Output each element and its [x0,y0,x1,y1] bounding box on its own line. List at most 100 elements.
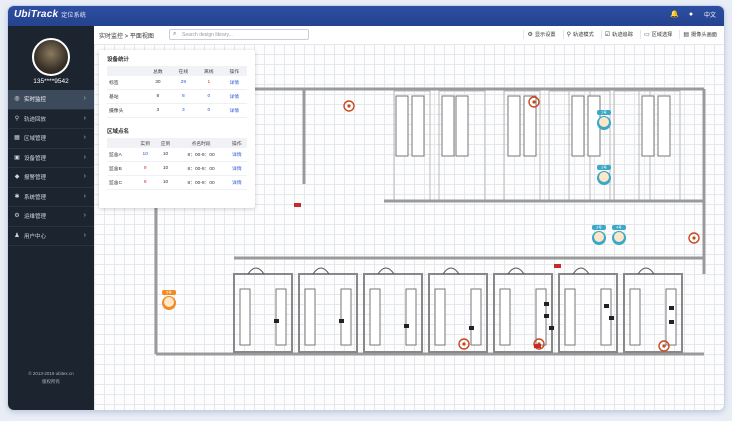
total-cell: 30 [145,76,171,90]
search-placeholder: Search design library... [182,32,233,38]
column-header: 总数 [145,66,171,76]
desk [609,316,614,320]
brand-subtitle: 定位系统 [61,13,87,19]
camera-icon [554,264,561,268]
desk [544,314,549,318]
detail-link[interactable]: 详情 [226,175,247,190]
sidebar-item-label: 轨迹回放 [24,116,47,123]
search-icon: ⌕ [173,31,177,37]
brand-logo: UbiTrack 定位系统 [14,9,86,20]
base-station-icon [462,342,466,346]
bed [434,288,446,346]
area-select-button[interactable]: ▭ 区域选择 [639,30,675,39]
expected-cell: 10 [155,175,176,190]
copyright: © 2013-2019 ubitex.cn 版权所有 [8,370,94,386]
track-trace-button[interactable]: ☑ 轨迹追踪 [600,30,636,39]
track-mode-button[interactable]: ⚲ 轨迹模式 [562,30,597,39]
language-select[interactable]: 中文 [704,10,716,19]
search-input[interactable]: ⌕ Search design library... [169,29,309,40]
device-stats-title: 设备统计 [107,57,130,63]
bed [629,288,641,346]
maintenance-icon: ⚙ [14,213,20,220]
period-cell: 8：00-9：00 [175,175,227,190]
table-row: 监舍A 10 10 8：00-9：00 详情 [107,148,247,162]
chevron-right-icon: › [83,212,86,219]
sidebar-item-label: 用户中心 [24,233,47,240]
base-station-icon [532,100,536,104]
sidebar-item-device[interactable]: ▣ 设备管理 › [8,149,94,168]
sidebar-item-realtime[interactable]: ◎ 实时监控 › [8,90,94,110]
bed [657,95,671,157]
bed [441,95,455,157]
notification-icon[interactable]: 🔔 [670,11,679,19]
display-settings-button[interactable]: ⚙ 显示设置 [523,30,558,39]
stats-panel: 设备统计 总数 在线 离线 操作 标签 30 29 1 详情 基站 8 8 0 … [99,50,255,208]
sidebar-item-user-center[interactable]: ♟ 用户中心 › [8,227,94,246]
row-name: 标签 [107,76,146,90]
face-icon [614,232,624,242]
desk [404,324,409,328]
desk [604,304,609,308]
button-label: 轨迹追踪 [612,32,633,38]
detail-link[interactable]: 详情 [221,89,247,104]
table-row: 标签 30 29 1 详情 [107,76,247,90]
bed [411,95,425,157]
breadcrumb: 实时监控 > 平面视图 [99,34,154,40]
button-label: 摄像头画面 [691,32,717,38]
period-cell: 8：00-9：00 [175,148,227,162]
avatar[interactable] [32,38,70,76]
sidebar-item-maintenance[interactable]: ⚙ 运维管理 › [8,207,94,227]
chevron-right-icon: › [83,173,86,180]
button-label: 区域选择 [651,32,673,38]
bed [275,288,287,346]
display-icon: ⚙ [527,32,533,38]
floor-map[interactable]: 1号2号3号4号5号 设备统计 总数 在线 离线 操作 标签 30 29 [94,44,724,410]
device-icon: ▣ [14,154,20,161]
row-name: 监舍B [107,161,136,176]
area-icon: ▦ [14,135,20,142]
bed [665,288,677,346]
location-icon: ◎ [14,96,20,103]
main-content: 实时监控 > 平面视图 ⌕ Search design library... ⚙ 显… [94,26,724,410]
bed [571,95,585,157]
desk [544,302,549,306]
table-header: 总数 在线 离线 操作 [107,66,247,76]
top-icons: 🔔 ● 中文 [670,10,716,20]
detail-link[interactable]: 详情 [226,148,247,162]
sidebar-item-system[interactable]: ✱ 系统管理 › [8,188,94,207]
column-header: 操作 [221,66,247,76]
sidebar-item-area[interactable]: ▦ 区域管理 › [8,129,94,149]
row-name: 监舍C [107,175,136,190]
account-icon[interactable]: ● [687,11,695,19]
detail-link[interactable]: 详情 [221,76,247,90]
area-roster-table: 实到 应到 点名时段 操作 监舍A 10 10 8：00-9：00 详情 监舍B [107,138,247,190]
expected-cell: 10 [155,161,176,176]
actual-cell: 10 [135,148,156,162]
sidebar-item-alarm[interactable]: ◆ 报警管理 › [8,168,94,188]
detail-link[interactable]: 详情 [221,103,247,118]
toolbar-buttons: ⚙ 显示设置 ⚲ 轨迹模式 ☑ 轨迹追踪 ▭ 区域选择 ▤ 摄像头画面 [523,30,720,39]
track-icon: ⚲ [566,32,572,38]
camera-view-button[interactable]: ▤ 摄像头画面 [679,30,720,39]
face-icon [599,172,609,182]
bed [455,95,469,157]
sidebar-item-label: 运维管理 [24,214,47,221]
desk [669,320,674,324]
button-label: 显示设置 [534,32,556,38]
sidebar-item-label: 报警管理 [24,175,47,182]
camera-icon [294,203,301,207]
sidebar-item-label: 设备管理 [24,155,47,162]
offline-cell: 1 [196,76,222,90]
bed [395,95,409,157]
desk [669,306,674,310]
sidebar-item-playback[interactable]: ⚲ 轨迹回放 › [8,110,94,129]
chevron-right-icon: › [83,192,86,200]
person-label: 3号 [596,225,602,230]
bed [369,288,381,346]
column-header: 应到 [155,138,176,148]
bed [340,288,352,346]
detail-link[interactable]: 详情 [226,161,247,176]
bed [507,95,521,157]
person-label: 5号 [166,290,172,295]
bed [564,288,576,346]
